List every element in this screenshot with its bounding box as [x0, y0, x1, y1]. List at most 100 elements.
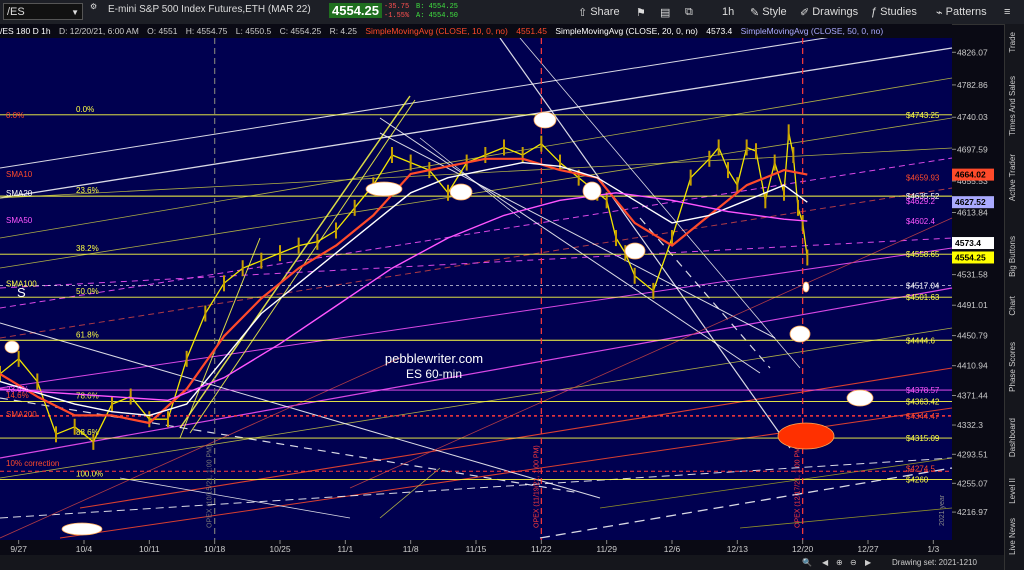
sma50-legend[interactable]: SimpleMovingAvg (CLOSE, 50, 0, no)	[741, 26, 884, 36]
instrument-title: E-mini S&P 500 Index Futures,ETH (MAR 22…	[108, 4, 311, 15]
last-price: 4554.25	[329, 3, 382, 18]
y-tick-label-11: 4371.44	[957, 390, 988, 400]
zoom-icon[interactable]: 🔍	[802, 555, 812, 570]
bid-price: B: 4554.25	[416, 3, 459, 11]
x-tick-label-10: 12/6	[664, 544, 681, 554]
pan-left-icon[interactable]: ◀	[822, 555, 828, 570]
zoom-out-icon[interactable]: ⊖	[850, 555, 857, 570]
sidebar-tab-big-buttons[interactable]: Big Buttons	[1008, 236, 1017, 277]
sidebar-tab-dashboard[interactable]: Dashboard	[1008, 418, 1017, 457]
price-label-4: $4602.4	[906, 217, 935, 226]
watermark-timeframe: ES 60-min	[406, 367, 462, 381]
toolbar: /ES ▼ ⚙ E-mini S&P 500 Index Futures,ETH …	[0, 0, 1024, 25]
menu-button[interactable]: ≡	[1004, 3, 1010, 21]
left-label-1: SMA20	[6, 189, 33, 198]
symbol-input[interactable]: /ES ▼	[3, 3, 83, 20]
target-ellipse-0	[365, 181, 403, 197]
price-label-7: $4501.63	[906, 293, 940, 302]
target-ellipse-1	[449, 183, 473, 201]
x-tick-label-11: 12/13	[727, 544, 749, 554]
ask-price: A: 4554.50	[416, 12, 459, 20]
target-ellipse-7	[777, 422, 835, 450]
price-label-0: $4743.25	[906, 111, 940, 120]
opex-label-0: OPEX (10/15/21, 1:00 PM)	[207, 445, 214, 528]
y-tick-label-15: 4216.97	[957, 507, 988, 517]
y-tick-label-2: 4740.03	[957, 112, 988, 122]
fib-label-6: 88.6%	[76, 428, 99, 437]
sma10-legend[interactable]: SimpleMovingAvg (CLOSE, 10, 0, no)	[365, 26, 508, 36]
style-button[interactable]: ✎ Style	[750, 3, 787, 21]
layout-button[interactable]: ⧉	[685, 3, 693, 21]
settings-icon[interactable]: ⚙	[90, 2, 97, 11]
s-marker: S	[17, 285, 26, 300]
left-label-2: SMA50	[6, 216, 33, 225]
price-label-13: $4274.5	[906, 465, 935, 474]
sidebar-tab-chart[interactable]: Chart	[1008, 296, 1017, 316]
sidebar-tab-level-ii[interactable]: Level II	[1008, 478, 1017, 504]
sidebar-tab-active-trader[interactable]: Active Trader	[1008, 154, 1017, 201]
y-tick-label-1: 4782.86	[957, 80, 988, 90]
bar-open: O: 4551	[147, 26, 178, 36]
timeframe-button[interactable]: 1h	[722, 3, 734, 21]
fib-label-2: 38.2%	[76, 244, 99, 253]
target-ellipse-10	[802, 281, 810, 293]
chart-id: /ES 180 D 1h	[0, 26, 51, 36]
price-label-6: $4517.04	[906, 282, 940, 291]
sidebar-tab-phase-scores[interactable]: Phase Scores	[1008, 342, 1017, 392]
price-label-5: $4558.65	[906, 250, 940, 259]
menu-icon: ≡	[1004, 6, 1011, 18]
x-tick-label-3: 10/18	[204, 544, 226, 554]
change-pct: -1.55%	[384, 12, 410, 20]
y-tick-label-3: 4697.59	[957, 144, 988, 154]
bar-range: R: 4.25	[329, 26, 357, 36]
target-ellipse-6	[846, 389, 874, 407]
pan-right-icon[interactable]: ▶	[865, 555, 871, 570]
current-marker-text-1: 4627.52	[955, 197, 986, 207]
style-icon: ✎	[750, 6, 760, 19]
status-bar: 🔍 ◀ ⊕ ⊖ ▶ Drawing set: 2021-1210	[0, 555, 1004, 570]
target-ellipse-8	[61, 522, 103, 536]
price-chart[interactable]: 0.0%23.6%38.2%50.0%61.8%78.6%88.6%100.0%…	[0, 38, 1004, 555]
studies-button[interactable]: ƒ Studies	[871, 3, 917, 21]
x-tick-label-14: 1/3	[927, 544, 939, 554]
drawing-set-label[interactable]: Drawing set: 2021-1210	[892, 555, 977, 570]
target-ellipse-9	[4, 340, 20, 354]
y-tick-label-7: 4531.58	[957, 270, 988, 280]
y-tick-label-0: 4826.07	[957, 47, 988, 57]
x-tick-label-8: 11/22	[531, 544, 552, 554]
current-marker-text-0: 4664.02	[955, 170, 986, 180]
flag-button[interactable]: ⚑	[636, 3, 646, 21]
y-tick-label-5: 4613.84	[957, 207, 988, 217]
price-label-14: $4260	[906, 476, 929, 485]
flag-icon: ⚑	[636, 6, 646, 19]
sma20-legend[interactable]: SimpleMovingAvg (CLOSE, 20, 0, no)	[555, 26, 698, 36]
x-tick-label-9: 11/29	[596, 544, 617, 554]
sidebar-tab-trade[interactable]: Trade	[1008, 32, 1017, 53]
sidebar-tab-live-news[interactable]: Live News	[1008, 518, 1017, 555]
drawings-button[interactable]: ✐ Drawings	[800, 3, 858, 21]
x-tick-label-12: 12/20	[792, 544, 814, 554]
left-label-0: SMA10	[6, 170, 33, 179]
sidebar-tab-times-and-sales[interactable]: Times And Sales	[1008, 76, 1017, 136]
zoom-in-icon[interactable]: ⊕	[836, 555, 843, 570]
template-button[interactable]: ▤	[660, 3, 670, 21]
studies-icon: ƒ	[871, 6, 878, 18]
x-tick-label-2: 10/11	[139, 544, 160, 554]
drawings-icon: ✐	[800, 6, 810, 19]
patterns-button[interactable]: ⌁ Patterns	[936, 3, 987, 21]
current-marker-text-2: 4573.4	[955, 238, 981, 248]
y-tick-label-12: 4332.3	[957, 420, 983, 430]
patterns-icon: ⌁	[936, 6, 943, 19]
chart-info-bar: /ES 180 D 1h D: 12/20/21, 6:00 AM O: 455…	[0, 24, 952, 38]
left-label-7: 0.0%	[6, 111, 24, 120]
chevron-down-icon[interactable]: ▼	[71, 4, 79, 21]
share-button[interactable]: ⇧ Share	[578, 3, 620, 21]
watermark-site: pebblewriter.com	[385, 351, 483, 366]
fib-label-3: 50.0%	[76, 287, 99, 296]
left-label-8: 10% correction	[6, 459, 59, 468]
change-value: -35.75	[384, 3, 410, 11]
price-label-8: $4444.6	[906, 336, 935, 345]
bar-close: C: 4554.25	[279, 26, 322, 36]
opex-label-2: OPEX (12/17/21, 1:00 PM)	[795, 445, 802, 528]
layout-icon: ⧉	[685, 5, 693, 18]
